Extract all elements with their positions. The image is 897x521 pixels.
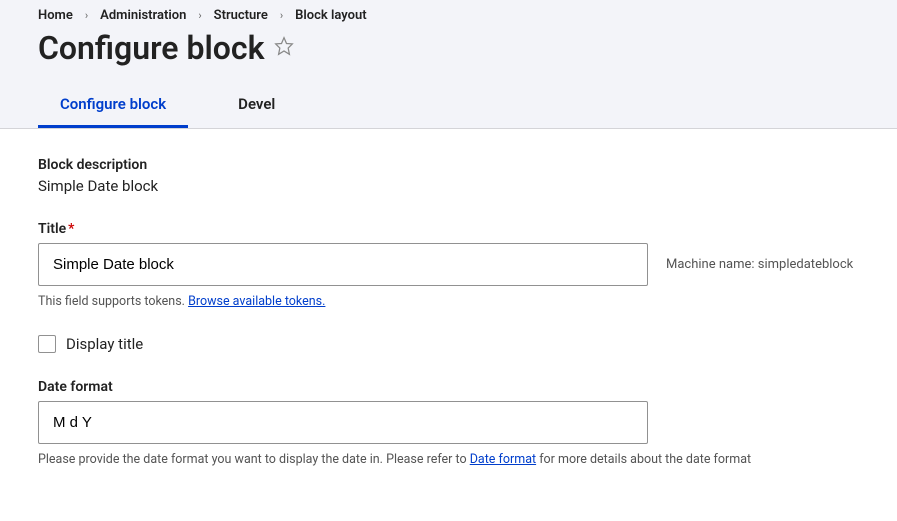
tabs: Configure block Devel — [38, 85, 859, 128]
title-input[interactable] — [38, 243, 648, 286]
breadcrumb-block-layout[interactable]: Block layout — [295, 8, 366, 23]
date-format-input[interactable] — [38, 401, 648, 444]
chevron-right-icon: › — [198, 9, 201, 22]
display-title-label: Display title — [66, 335, 143, 353]
star-icon[interactable] — [274, 36, 294, 60]
date-format-link[interactable]: Date format — [470, 452, 536, 467]
date-format-label: Date format — [38, 379, 859, 395]
required-indicator: * — [68, 221, 74, 237]
breadcrumb-home[interactable]: Home — [38, 8, 73, 23]
date-format-help-text: Please provide the date format you want … — [38, 452, 859, 467]
breadcrumb: Home › Administration › Structure › Bloc… — [38, 8, 859, 27]
breadcrumb-structure[interactable]: Structure — [214, 8, 268, 23]
title-label: Title* — [38, 221, 859, 237]
machine-name-display: Machine name: simpledateblock — [666, 257, 853, 272]
browse-tokens-link[interactable]: Browse available tokens. — [188, 294, 325, 309]
chevron-right-icon: › — [280, 9, 283, 22]
title-help-text: This field supports tokens. Browse avail… — [38, 294, 859, 309]
tab-devel[interactable]: Devel — [216, 85, 297, 128]
block-description-label: Block description — [38, 157, 859, 173]
tab-configure-block[interactable]: Configure block — [38, 85, 188, 128]
page-title: Configure block — [38, 29, 264, 67]
breadcrumb-administration[interactable]: Administration — [100, 8, 186, 23]
block-description-value: Simple Date block — [38, 177, 859, 195]
chevron-right-icon: › — [85, 9, 88, 22]
display-title-checkbox[interactable] — [38, 335, 56, 353]
